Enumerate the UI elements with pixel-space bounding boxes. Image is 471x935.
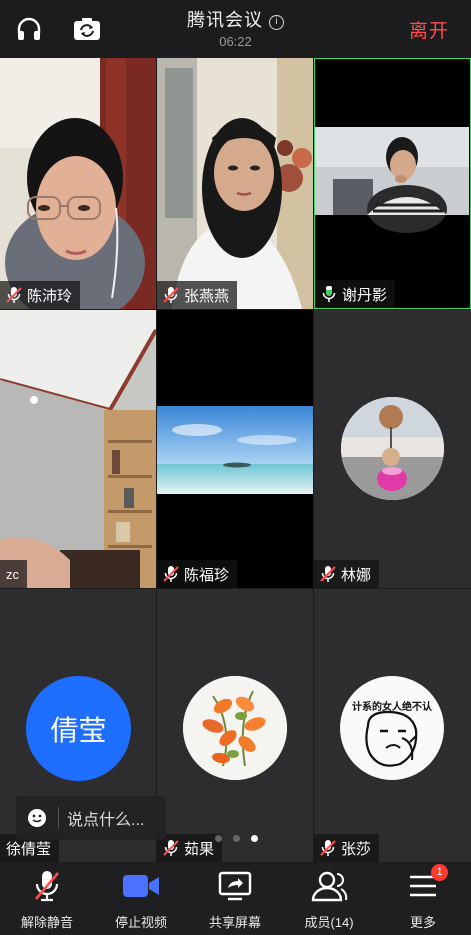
participant-name-tag: 陈福珍	[157, 560, 238, 588]
participant-tile-8[interactable]: 茹果	[157, 589, 313, 862]
meme-face-sticker	[365, 710, 418, 767]
stop-video-label: 停止视频	[114, 915, 167, 930]
participant-avatar: 计系的女人绝不认	[340, 676, 444, 780]
mic-muted-icon	[6, 287, 22, 303]
video-camera-icon	[123, 875, 159, 897]
top-bar: 腾讯会议 i 06:22 离开	[0, 0, 471, 58]
chat-placeholder: 说点什么...	[67, 812, 145, 829]
page-dot-active[interactable]	[251, 835, 258, 842]
video-feed	[0, 310, 156, 588]
members-label: 成员(14)	[304, 915, 354, 930]
participant-tile-9[interactable]: 计系的女人绝不认 张莎	[314, 589, 471, 862]
meeting-title-row[interactable]: 腾讯会议 i	[0, 6, 471, 32]
mic-muted-icon	[35, 871, 59, 902]
participant-name-tag: 张燕燕	[157, 281, 238, 309]
participant-tile-2[interactable]: 张燕燕	[157, 58, 313, 309]
participant-name-tag: zc	[0, 560, 27, 588]
participant-avatar	[183, 676, 287, 780]
more-button[interactable]: 1 更多	[376, 862, 470, 935]
info-icon[interactable]: i	[269, 15, 284, 30]
notification-badge: 1	[431, 864, 448, 881]
participant-tile-3[interactable]: 谢丹影	[314, 58, 471, 309]
participant-tile-1[interactable]: 陈沛玲	[0, 58, 156, 309]
participant-name: 张莎	[341, 840, 372, 858]
participant-name: 张燕燕	[184, 287, 230, 305]
mic-muted-icon	[163, 287, 179, 303]
share-screen-button[interactable]: 共享屏幕	[188, 862, 282, 935]
participant-name-tag: 林娜	[314, 560, 380, 588]
page-indicator[interactable]	[215, 835, 258, 842]
members-button[interactable]: 成员(14)	[282, 862, 376, 935]
participant-avatar	[341, 397, 444, 500]
mic-muted-icon	[163, 566, 179, 582]
participant-tile-4[interactable]: zc	[0, 310, 156, 588]
participant-name-tag: 谢丹影	[315, 280, 396, 308]
bottom-toolbar: 解除静音 停止视频 共享屏幕 成员(14) 1 更多	[0, 862, 471, 935]
participant-name: 徐倩莹	[6, 840, 52, 858]
mic-muted-icon	[320, 566, 336, 582]
participant-name: 林娜	[341, 566, 372, 584]
unmute-button[interactable]: 解除静音	[0, 862, 94, 935]
stop-video-button[interactable]: 停止视频	[94, 862, 188, 935]
meeting-timer: 06:22	[219, 34, 252, 49]
leave-button[interactable]: 离开	[409, 16, 449, 43]
members-icon	[311, 871, 348, 902]
mic-muted-icon	[320, 840, 336, 856]
avatar-initials: 倩莹	[50, 714, 107, 746]
participant-tile-5[interactable]: 陈福珍	[157, 310, 313, 588]
video-feed	[315, 59, 469, 307]
participant-name: 谢丹影	[342, 286, 388, 304]
participant-name: 陈沛玲	[27, 287, 73, 305]
chat-input[interactable]: 说点什么...	[16, 796, 166, 840]
video-feed	[157, 310, 313, 588]
participant-avatar: 倩莹	[26, 676, 131, 781]
unmute-label: 解除静音	[20, 915, 73, 930]
mic-speaking-icon	[322, 286, 336, 302]
participant-name-tag: 茹果	[157, 834, 223, 862]
participant-tile-6[interactable]: 林娜	[314, 310, 471, 588]
video-feed	[157, 58, 313, 309]
emoji-icon[interactable]	[26, 807, 48, 829]
participant-name: zc	[6, 566, 19, 582]
share-screen-label: 共享屏幕	[208, 915, 261, 930]
participant-name-tag: 陈沛玲	[0, 281, 81, 309]
participant-name-tag: 张莎	[314, 834, 380, 862]
meeting-title: 腾讯会议	[187, 10, 263, 30]
mic-muted-icon	[163, 840, 179, 856]
page-dot[interactable]	[215, 835, 222, 842]
participant-name: 茹果	[184, 840, 215, 858]
page-dot[interactable]	[233, 835, 240, 842]
participant-name: 陈福珍	[184, 566, 230, 584]
share-screen-icon	[218, 871, 252, 901]
video-feed	[0, 58, 156, 309]
chat-divider	[58, 807, 59, 829]
more-label: 更多	[409, 915, 436, 930]
